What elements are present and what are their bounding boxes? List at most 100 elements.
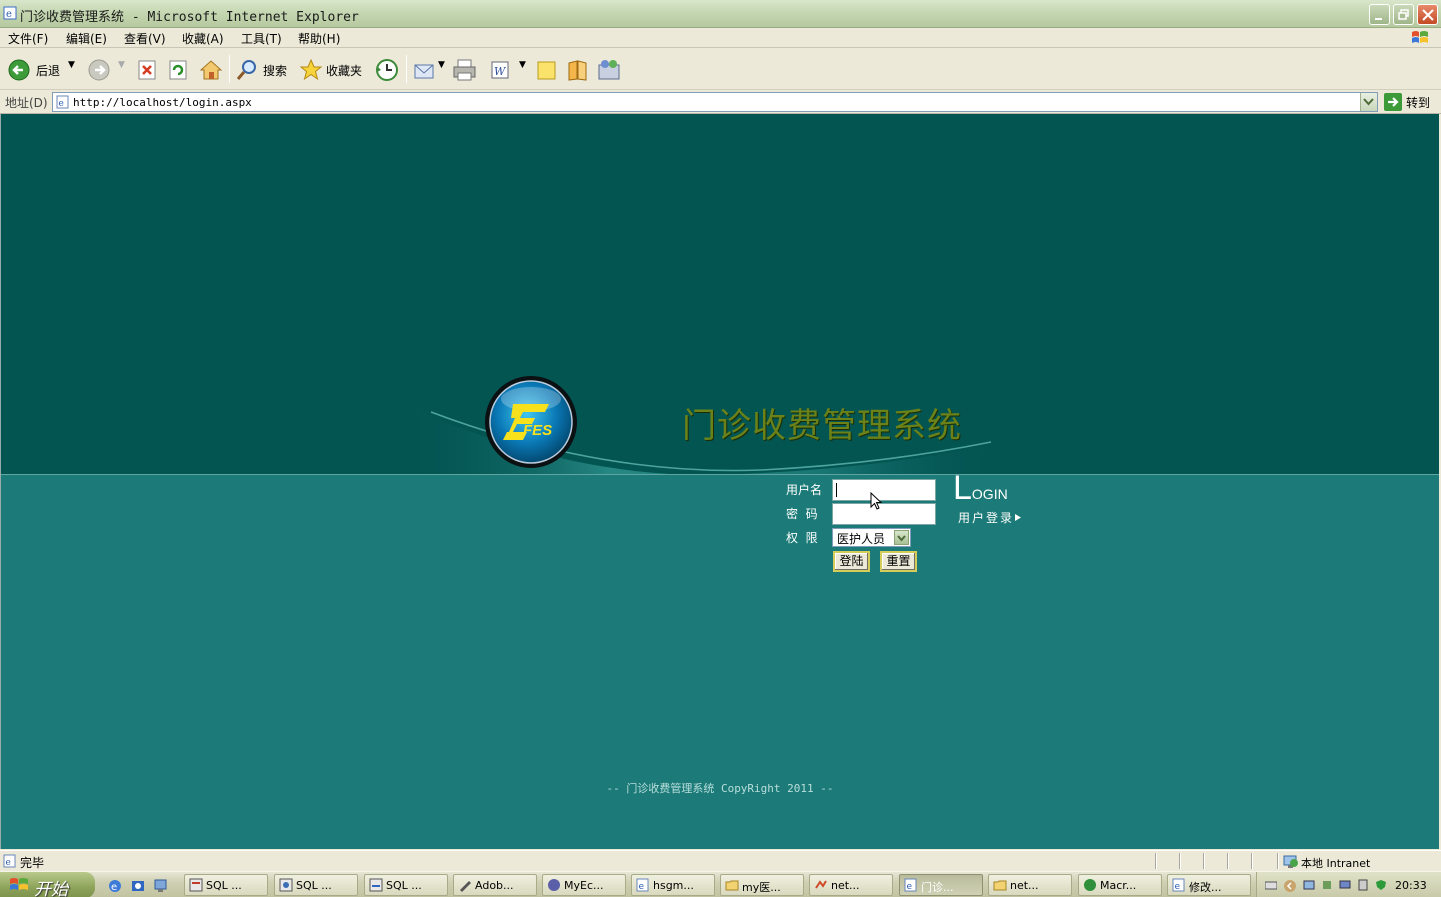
- login-heading: LOGIN: [953, 471, 1008, 505]
- taskbar-item[interactable]: e hsgm...: [631, 874, 715, 896]
- taskbar-item-label: my医...: [742, 881, 781, 894]
- taskbar-item[interactable]: MyEc...: [542, 874, 626, 896]
- keyboard-icon[interactable]: [1265, 879, 1277, 891]
- menu-edit[interactable]: 编辑(E): [66, 30, 107, 47]
- ie-page-icon: e: [636, 878, 649, 892]
- taskbar-item[interactable]: Adob...: [453, 874, 537, 896]
- history-icon[interactable]: [374, 57, 400, 83]
- login-banner: FES 门诊收费管理系统: [1, 114, 1439, 475]
- go-button-label[interactable]: 转到: [1406, 94, 1430, 111]
- password-input[interactable]: [832, 503, 936, 525]
- status-divider: [1251, 853, 1253, 869]
- password-label: 密 码: [786, 507, 818, 521]
- edit-word-icon[interactable]: W: [489, 57, 513, 83]
- login-heading-initial: L: [953, 469, 972, 507]
- research-book-icon[interactable]: [566, 57, 590, 83]
- taskbar-item[interactable]: Macr...: [1078, 874, 1162, 896]
- macromedia-icon: [1084, 879, 1096, 891]
- taskbar-item[interactable]: SQL ...: [274, 874, 358, 896]
- taskbar-item-label: hsgm...: [653, 879, 694, 892]
- taskbar-item[interactable]: e 修改...: [1167, 874, 1251, 896]
- close-icon: [1422, 9, 1434, 21]
- login-heading-rest: OGIN: [971, 486, 1008, 502]
- menu-favorites[interactable]: 收藏(A): [182, 30, 224, 47]
- svg-text:W: W: [494, 65, 507, 78]
- window-title: 门诊收费管理系统 - Microsoft Internet Explorer: [20, 10, 359, 25]
- taskbar-item[interactable]: SQL ...: [184, 874, 268, 896]
- taskbar-item-label: Adob...: [475, 879, 514, 892]
- address-url[interactable]: http://localhost/login.aspx: [73, 96, 252, 109]
- favorites-button-label[interactable]: 收藏夹: [326, 62, 362, 79]
- quicklaunch-ie-icon[interactable]: e: [107, 878, 123, 894]
- device-icon[interactable]: [1357, 879, 1369, 891]
- reset-button[interactable]: 重置: [880, 551, 917, 572]
- sql-app-icon: [189, 878, 203, 892]
- messenger-icon[interactable]: [597, 57, 623, 83]
- tray-expand-icon[interactable]: [1283, 879, 1297, 893]
- status-divider: [1203, 853, 1205, 869]
- fes-logo: FES: [485, 376, 577, 468]
- username-input[interactable]: [832, 479, 936, 501]
- menu-help[interactable]: 帮助(H): [298, 30, 340, 47]
- forward-arrow-icon[interactable]: [88, 57, 112, 83]
- svg-text:e: e: [907, 882, 913, 892]
- ie-page-icon: e: [904, 878, 917, 892]
- restore-button[interactable]: [1393, 4, 1414, 25]
- adobe-pen-icon: [460, 881, 471, 892]
- stop-icon[interactable]: [137, 57, 159, 83]
- mail-dropdown-icon[interactable]: ▼: [438, 60, 445, 70]
- taskbar-item-label: MyEc...: [564, 879, 604, 892]
- minimize-button[interactable]: [1369, 4, 1390, 25]
- address-label: 地址(D): [5, 96, 48, 110]
- menu-view[interactable]: 查看(V): [124, 30, 166, 47]
- edit-dropdown-icon[interactable]: ▼: [519, 60, 526, 70]
- usb-icon[interactable]: [1321, 879, 1333, 891]
- address-bar: 地址(D) e http://localhost/login.aspx 转到: [0, 90, 1441, 114]
- chevron-down-icon: [897, 535, 906, 542]
- search-button-label[interactable]: 搜索: [263, 62, 287, 79]
- back-button-label[interactable]: 后退: [36, 62, 60, 79]
- home-icon[interactable]: [199, 57, 223, 83]
- svg-text:e: e: [6, 858, 11, 868]
- clock[interactable]: 20:33: [1395, 879, 1427, 892]
- svg-text:e: e: [639, 882, 645, 892]
- back-dropdown-icon[interactable]: ▼: [68, 60, 75, 70]
- copyright-text: -- 门诊收费管理系统 CopyRight 2011 --: [606, 782, 834, 795]
- page-icon: e: [56, 95, 69, 109]
- network-icon[interactable]: [1303, 879, 1315, 891]
- login-subtitle-text: 用户登录: [958, 511, 1015, 525]
- discuss-note-icon[interactable]: [535, 57, 559, 83]
- menu-tools[interactable]: 工具(T): [241, 30, 282, 47]
- mail-icon[interactable]: [413, 57, 437, 83]
- search-icon[interactable]: [235, 57, 259, 83]
- quicklaunch-outlook-icon[interactable]: [130, 878, 146, 894]
- address-dropdown-button[interactable]: [1360, 93, 1377, 111]
- quicklaunch-desktop-icon[interactable]: [153, 878, 169, 894]
- close-button[interactable]: [1417, 4, 1438, 25]
- display-icon[interactable]: [1339, 879, 1351, 891]
- role-select[interactable]: 医护人员: [832, 528, 911, 547]
- menu-file[interactable]: 文件(F): [8, 30, 48, 47]
- status-divider: [1227, 853, 1229, 869]
- system-tray: 20:33: [1256, 872, 1441, 897]
- start-button[interactable]: 开始: [0, 872, 95, 897]
- intranet-globe-icon: [1283, 855, 1298, 868]
- role-dropdown-button[interactable]: [894, 530, 909, 545]
- taskbar-item-active[interactable]: e 门诊...: [899, 874, 983, 896]
- taskbar-item[interactable]: my医...: [720, 874, 804, 896]
- favorites-star-icon[interactable]: [299, 57, 323, 83]
- taskbar-item[interactable]: net...: [988, 874, 1072, 896]
- login-button[interactable]: 登陆: [833, 551, 870, 572]
- address-input[interactable]: e http://localhost/login.aspx: [52, 92, 1378, 112]
- taskbar-item-label: SQL ...: [386, 879, 422, 892]
- back-arrow-icon[interactable]: [8, 57, 32, 83]
- go-arrow-icon[interactable]: [1384, 93, 1402, 111]
- print-icon[interactable]: [452, 57, 478, 83]
- taskbar-item[interactable]: SQL ...: [364, 874, 448, 896]
- security-shield-icon[interactable]: [1375, 879, 1387, 891]
- svg-text:e: e: [111, 882, 117, 893]
- status-divider: [1155, 853, 1157, 869]
- refresh-icon[interactable]: [168, 57, 190, 83]
- taskbar-item[interactable]: net...: [809, 874, 893, 896]
- forward-dropdown-icon[interactable]: ▼: [118, 60, 125, 70]
